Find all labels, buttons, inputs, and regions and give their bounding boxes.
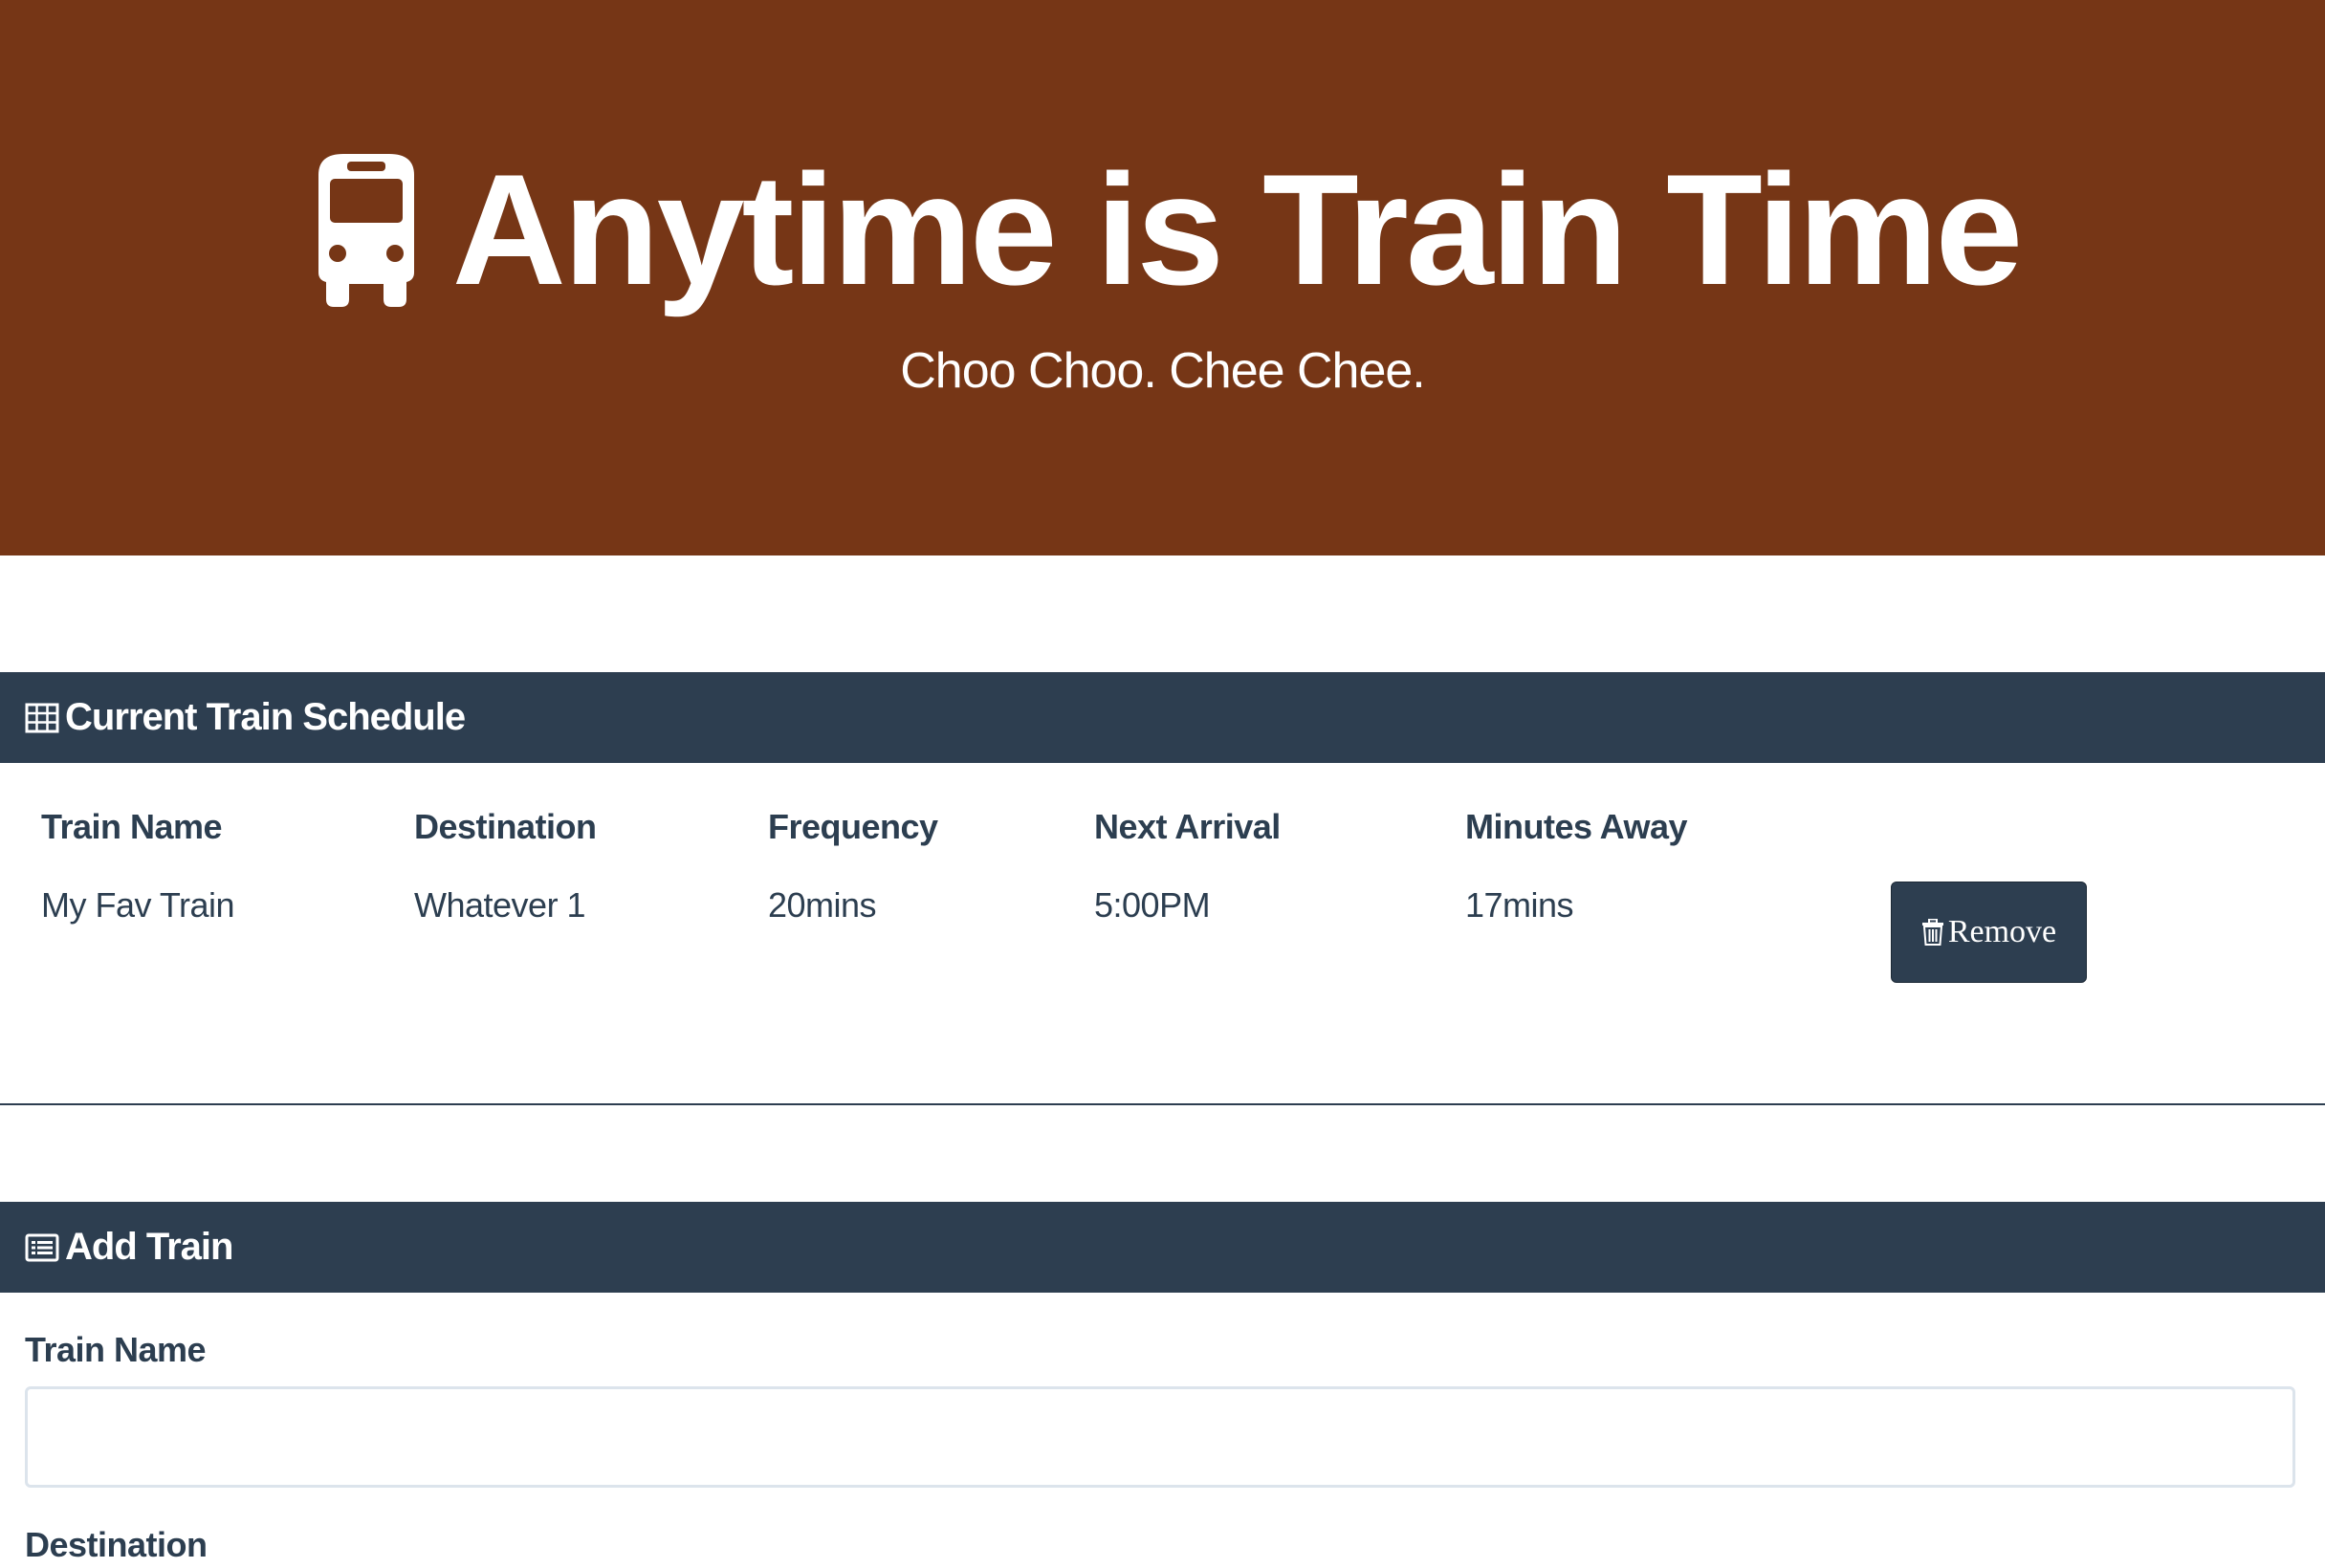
- add-train-panel: Add Train Train Name Destination: [0, 1202, 2325, 1568]
- hero-title-row: Anytime is Train Time: [0, 143, 2325, 316]
- table-icon: [25, 702, 65, 734]
- column-header-frequency: Frequency: [768, 807, 938, 846]
- page-subtitle: Choo Choo. Chee Chee.: [900, 343, 1426, 399]
- column-header-train-name: Train Name: [41, 807, 223, 846]
- train-name-label: Train Name: [25, 1330, 207, 1369]
- column-header-minutes-away: Minutes Away: [1465, 807, 1688, 846]
- train-name-input[interactable]: [25, 1386, 2295, 1488]
- schedule-panel-heading: Current Train Schedule: [0, 672, 2325, 763]
- column-header-destination: Destination: [414, 807, 597, 846]
- cell-next-arrival: 5:00PM: [1094, 885, 1211, 925]
- cell-destination: Whatever 1: [414, 885, 586, 925]
- cell-frequency: 20mins: [768, 885, 877, 925]
- add-train-panel-title: Add Train: [65, 1226, 233, 1268]
- schedule-panel-title: Current Train Schedule: [65, 696, 466, 738]
- train-schedule-table: Train Name Destination Frequency Next Ar…: [0, 763, 2325, 983]
- remove-train-button[interactable]: Remove: [1891, 882, 2087, 983]
- cell-train-name: My Fav Train: [41, 885, 235, 925]
- remove-button-label: Remove: [1947, 914, 2057, 949]
- table-row: My Fav Train Whatever 1 20mins 5:00PM 17…: [0, 855, 2325, 983]
- cell-minutes-away: 17mins: [1465, 885, 1574, 925]
- trash-icon: [1921, 919, 1944, 946]
- destination-label: Destination: [25, 1525, 208, 1564]
- column-header-actions: [1891, 763, 2325, 855]
- cell-actions: Remove: [1891, 855, 2325, 983]
- list-alt-icon: [25, 1231, 65, 1264]
- hero-banner: Anytime is Train Time Choo Choo. Chee Ch…: [0, 0, 2325, 555]
- bus-icon: [305, 150, 428, 309]
- add-train-panel-heading: Add Train: [0, 1202, 2325, 1293]
- schedule-panel: Current Train Schedule Train Name Destin…: [0, 672, 2325, 1105]
- page-title: Anytime is Train Time: [451, 141, 2024, 317]
- table-header-row: Train Name Destination Frequency Next Ar…: [0, 763, 2325, 855]
- column-header-next-arrival: Next Arrival: [1094, 807, 1281, 846]
